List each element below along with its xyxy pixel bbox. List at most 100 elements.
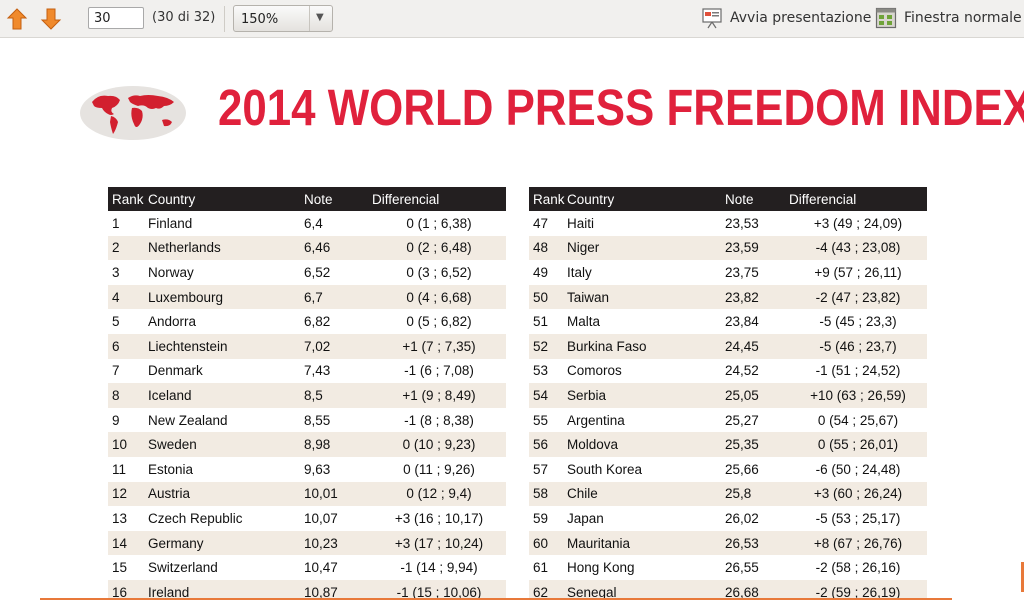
- cell-differencial: -4 (43 ; 23,08): [789, 235, 927, 261]
- cell-note: 6,52: [304, 260, 372, 285]
- page-count: (30 di 32): [152, 10, 216, 25]
- cell-rank: 14: [108, 530, 148, 556]
- cell-rank: 57: [529, 456, 567, 482]
- cell-country: Austria: [148, 481, 304, 507]
- cell-note: 8,98: [304, 432, 372, 457]
- table-row: 5 Andorra 6,82 0 (5 ; 6,82): [108, 309, 506, 334]
- cell-rank: 3: [108, 260, 148, 285]
- table-row: 51 Malta 23,84 -5 (45 ; 23,3): [529, 309, 927, 334]
- cell-rank: 61: [529, 555, 567, 580]
- cell-rank: 8: [108, 383, 148, 408]
- table-row: 15 Switzerland 10,47 -1 (14 ; 9,94): [108, 555, 506, 580]
- table-row: 16 Ireland 10,87 -1 (15 ; 10,06): [108, 579, 506, 600]
- cell-differencial: 0 (4 ; 6,68): [372, 284, 506, 310]
- cell-differencial: +9 (57 ; 26,11): [789, 260, 927, 285]
- cell-rank: 62: [529, 579, 567, 600]
- arrow-up-icon: [6, 8, 28, 30]
- cell-note: 10,07: [304, 506, 372, 531]
- cell-country: Argentina: [567, 407, 725, 433]
- cell-rank: 59: [529, 506, 567, 531]
- header-note: Note: [304, 187, 372, 211]
- cell-country: Switzerland: [148, 555, 304, 580]
- cell-differencial: -6 (50 ; 24,48): [789, 456, 927, 482]
- table-row: 13 Czech Republic 10,07 +3 (16 ; 10,17): [108, 506, 506, 531]
- cell-note: 6,4: [304, 211, 372, 236]
- cell-note: 23,82: [725, 284, 789, 310]
- cell-country: Italy: [567, 260, 725, 285]
- cell-country: Iceland: [148, 383, 304, 408]
- normal-window-button[interactable]: Finestra normale: [874, 4, 1022, 32]
- cell-rank: 16: [108, 579, 148, 600]
- start-presentation-button[interactable]: Avvia presentazione: [700, 4, 872, 32]
- cell-country: Ireland: [148, 579, 304, 600]
- table-row: 48 Niger 23,59 -4 (43 ; 23,08): [529, 235, 927, 261]
- ranking-table-left: Rank Country Note Differencial 1 Finland 6…: [108, 187, 506, 600]
- cell-differencial: -5 (45 ; 23,3): [789, 309, 927, 334]
- header-rank: Rank: [529, 187, 567, 211]
- cell-country: Liechtenstein: [148, 333, 304, 359]
- cell-note: 25,66: [725, 456, 789, 482]
- cell-note: 25,35: [725, 432, 789, 457]
- cell-note: 8,5: [304, 383, 372, 408]
- header-differencial: Differencial: [372, 187, 506, 211]
- table-row: 8 Iceland 8,5 +1 (9 ; 8,49): [108, 383, 506, 408]
- cell-country: Andorra: [148, 309, 304, 334]
- cell-differencial: 0 (11 ; 9,26): [372, 456, 506, 482]
- toolbar: (30 di 32) 150% ▼ Avvia presentazione Fi…: [0, 0, 1024, 38]
- zoom-dropdown-button[interactable]: ▼: [309, 6, 332, 31]
- table-row: 4 Luxembourg 6,7 0 (4 ; 6,68): [108, 284, 506, 310]
- cell-rank: 10: [108, 432, 148, 457]
- cell-note: 10,87: [304, 579, 372, 600]
- cell-note: 25,05: [725, 383, 789, 408]
- cell-note: 6,46: [304, 235, 372, 261]
- cell-rank: 55: [529, 407, 567, 433]
- cell-differencial: -1 (6 ; 7,08): [372, 358, 506, 384]
- table-row: 3 Norway 6,52 0 (3 ; 6,52): [108, 260, 506, 285]
- cell-differencial: +3 (16 ; 10,17): [372, 506, 506, 531]
- cell-rank: 60: [529, 530, 567, 556]
- previous-page-button[interactable]: [4, 6, 30, 32]
- table-row: 62 Senegal 26,68 -2 (59 ; 26,19): [529, 579, 927, 600]
- cell-differencial: +1 (7 ; 7,35): [372, 333, 506, 359]
- cell-differencial: 0 (3 ; 6,52): [372, 260, 506, 285]
- page-title: 2014 WORLD PRESS FREEDOM INDEX: [218, 79, 1024, 136]
- table-header-row: Rank Country Note Differencial: [108, 187, 506, 211]
- cell-rank: 47: [529, 211, 567, 236]
- cell-country: Japan: [567, 506, 725, 531]
- cell-note: 24,52: [725, 358, 789, 384]
- cell-rank: 6: [108, 333, 148, 359]
- cell-rank: 13: [108, 506, 148, 531]
- table-row: 6 Liechtenstein 7,02 +1 (7 ; 7,35): [108, 333, 506, 359]
- cell-differencial: -5 (46 ; 23,7): [789, 333, 927, 359]
- table-row: 56 Moldova 25,35 0 (55 ; 26,01): [529, 432, 927, 457]
- table-row: 49 Italy 23,75 +9 (57 ; 26,11): [529, 260, 927, 285]
- cell-country: Sweden: [148, 432, 304, 457]
- next-page-button[interactable]: [38, 6, 64, 32]
- cell-country: Czech Republic: [148, 506, 304, 531]
- cell-country: Taiwan: [567, 284, 725, 310]
- cell-differencial: -2 (58 ; 26,16): [789, 555, 927, 580]
- cell-note: 6,7: [304, 284, 372, 310]
- table-row: 52 Burkina Faso 24,45 -5 (46 ; 23,7): [529, 333, 927, 359]
- table-row: 55 Argentina 25,27 0 (54 ; 25,67): [529, 407, 927, 433]
- cell-rank: 54: [529, 383, 567, 408]
- toolbar-separator: [224, 6, 225, 32]
- cell-country: Haiti: [567, 211, 725, 236]
- cell-rank: 1: [108, 211, 148, 236]
- cell-differencial: 0 (12 ; 9,4): [372, 481, 506, 507]
- cell-note: 7,43: [304, 358, 372, 384]
- table-row: 14 Germany 10,23 +3 (17 ; 10,24): [108, 530, 506, 556]
- cell-note: 7,02: [304, 333, 372, 359]
- page-number-input[interactable]: [88, 7, 144, 29]
- cell-rank: 51: [529, 309, 567, 334]
- start-presentation-label: Avvia presentazione: [730, 10, 872, 26]
- cell-country: Germany: [148, 530, 304, 556]
- cell-rank: 52: [529, 333, 567, 359]
- table-row: 58 Chile 25,8 +3 (60 ; 26,24): [529, 481, 927, 507]
- cell-differencial: -1 (51 ; 24,52): [789, 358, 927, 384]
- zoom-select[interactable]: 150% ▼: [233, 5, 333, 32]
- cell-note: 25,27: [725, 407, 789, 433]
- cell-note: 26,68: [725, 579, 789, 600]
- table-row: 12 Austria 10,01 0 (12 ; 9,4): [108, 481, 506, 507]
- cell-rank: 5: [108, 309, 148, 334]
